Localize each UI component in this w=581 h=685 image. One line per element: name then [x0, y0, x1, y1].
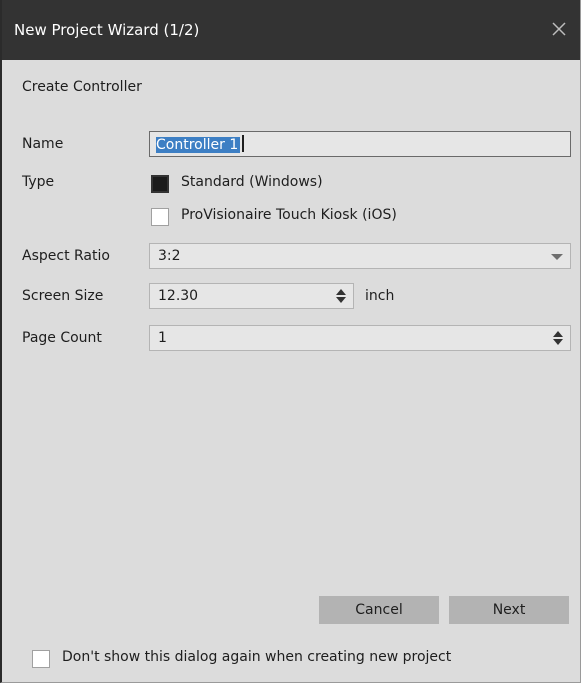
new-project-wizard-dialog: New Project Wizard (1/2) Create Controll…	[0, 0, 581, 683]
screen-size-value: 12.30	[158, 288, 199, 304]
spin-buttons[interactable]	[331, 287, 351, 305]
close-button[interactable]	[544, 14, 574, 44]
screen-size-unit: inch	[365, 288, 395, 304]
page-count-value: 1	[158, 330, 167, 346]
name-label: Name	[22, 136, 64, 152]
type-option-label: Standard (Windows)	[181, 174, 323, 190]
next-button[interactable]: Next	[449, 596, 569, 624]
screen-size-stepper[interactable]: 12.30	[149, 283, 354, 309]
chevron-down-icon	[551, 254, 563, 260]
name-field[interactable]: Controller 1	[149, 131, 571, 157]
dont-show-again-label: Don't show this dialog again when creati…	[62, 649, 452, 665]
page-count-stepper[interactable]: 1	[149, 325, 571, 351]
cancel-button[interactable]: Cancel	[319, 596, 439, 624]
spin-arrows-icon	[553, 331, 563, 345]
text-caret	[242, 135, 245, 152]
checkbox-checked[interactable]	[151, 175, 169, 193]
title-bar: New Project Wizard (1/2)	[2, 0, 580, 60]
aspect-ratio-select[interactable]: 3:2	[149, 243, 571, 269]
spin-arrows-icon	[336, 289, 346, 303]
window-title: New Project Wizard (1/2)	[14, 21, 200, 39]
aspect-ratio-value: 3:2	[158, 248, 181, 264]
type-label: Type	[22, 174, 55, 190]
checkbox-unchecked[interactable]	[151, 208, 169, 226]
aspect-ratio-label: Aspect Ratio	[22, 248, 110, 264]
close-icon	[552, 22, 566, 36]
checkbox-unchecked[interactable]	[32, 650, 50, 668]
section-heading: Create Controller	[22, 79, 142, 95]
type-option-label: ProVisionaire Touch Kiosk (iOS)	[181, 207, 397, 223]
name-value: Controller 1	[156, 137, 241, 153]
dropdown-arrow-button[interactable]	[544, 244, 570, 268]
spin-buttons[interactable]	[548, 329, 568, 347]
page-count-label: Page Count	[22, 330, 102, 346]
screen-size-label: Screen Size	[22, 288, 104, 304]
